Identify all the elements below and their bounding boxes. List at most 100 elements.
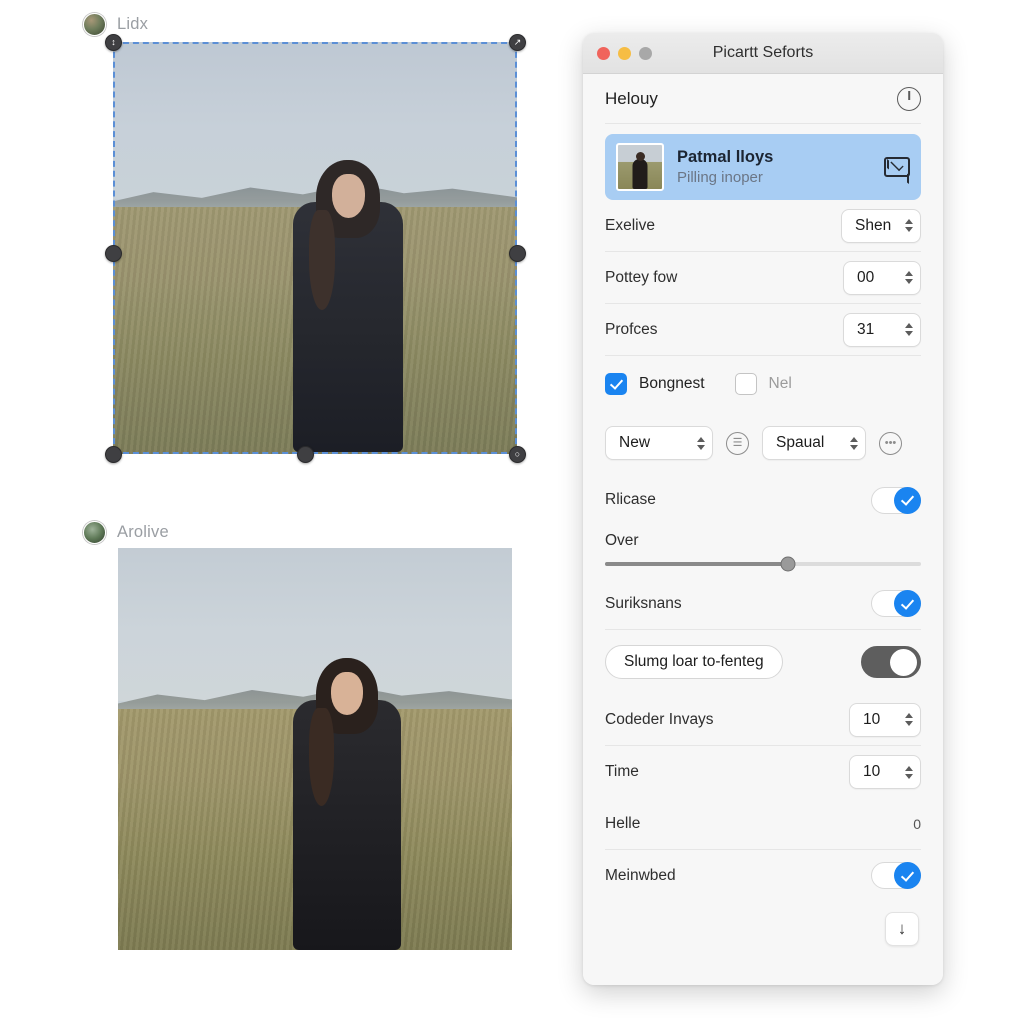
- settings-body: Helouy Patmal lloys Pilling inoper Exeli…: [583, 74, 943, 889]
- suriksnans-toggle[interactable]: [871, 590, 921, 617]
- stepper-value: 10: [863, 763, 881, 780]
- toggle-knob: [890, 649, 917, 676]
- settings-row-pottey-fow: Pottey fow 00: [605, 252, 921, 304]
- stepper-arrows-icon[interactable]: [697, 436, 705, 450]
- contact-subtitle: Pilling inoper: [677, 168, 763, 186]
- toggle-knob: [894, 486, 921, 514]
- photo-person-hair-side: [309, 708, 334, 806]
- stepper-value: 10: [863, 710, 881, 728]
- stepper-arrows-icon[interactable]: [905, 765, 913, 779]
- select-row: New ☰ Spaual •••: [605, 412, 921, 474]
- envelope-icon[interactable]: [884, 157, 910, 177]
- row-label: Codeder Invays: [605, 710, 714, 728]
- checkbox-label-bongnest: Bongnest: [639, 375, 705, 392]
- row-label: Pottey fow: [605, 268, 678, 286]
- slider-knob[interactable]: [780, 556, 796, 572]
- settings-row-meinwbed: Meinwbed: [605, 850, 921, 889]
- toggle-knob: [894, 862, 921, 889]
- meinwbed-toggle[interactable]: [871, 862, 921, 889]
- settings-row-profces: Profces 31: [605, 304, 921, 356]
- contact-card[interactable]: Patmal lloys Pilling inoper: [605, 134, 921, 200]
- stepper-arrows-icon[interactable]: [850, 436, 858, 450]
- photo-person-hair-side: [309, 210, 335, 310]
- photo-sky: [113, 42, 517, 199]
- row-label: Suriksnans: [605, 594, 682, 612]
- over-slider[interactable]: [605, 556, 921, 572]
- slider-fill: [605, 562, 789, 566]
- new-select[interactable]: New: [605, 426, 713, 460]
- pill-row: Slumg loar to-fenteg: [605, 630, 921, 694]
- contact-name: Patmal lloys: [677, 147, 774, 166]
- canvas-photo-1[interactable]: [113, 42, 517, 454]
- codeder-invays-stepper[interactable]: 10: [849, 702, 921, 737]
- checkbox-label-nel: Nel: [768, 375, 792, 392]
- window-title: Picartt Seforts: [712, 44, 814, 61]
- stepper-arrows-icon[interactable]: [905, 323, 913, 336]
- settings-row-exelive: Exelive Shen: [605, 200, 921, 252]
- rlicase-toggle[interactable]: [871, 486, 921, 514]
- row-label: Time: [605, 763, 639, 780]
- settings-row-rlicase: Rlicase: [605, 474, 921, 526]
- canvas-photo-2[interactable]: [118, 548, 512, 950]
- photo-person-face: [332, 174, 365, 218]
- exelive-stepper[interactable]: Shen: [841, 208, 921, 243]
- settings-row-codeder-invays: Codeder Invays 10: [605, 694, 921, 746]
- photo-sky: [118, 548, 512, 701]
- select-value: New: [619, 434, 651, 451]
- resize-handle-tl[interactable]: ↕: [105, 34, 122, 51]
- slumg-loar-toggle[interactable]: [861, 646, 921, 678]
- download-icon[interactable]: ↓: [885, 912, 919, 946]
- filter-circle-icon[interactable]: ☰: [726, 431, 749, 455]
- user-avatar-icon: [83, 521, 106, 544]
- time-stepper[interactable]: 10: [849, 755, 921, 789]
- row-label: Meinwbed: [605, 866, 676, 884]
- profces-stepper[interactable]: 31: [843, 312, 921, 347]
- row-label: Profces: [605, 320, 658, 338]
- screen-root: Lidx ↕ ↗ ○ Arolive Picartt Seforts Helou…: [0, 0, 1024, 1024]
- power-icon[interactable]: [897, 86, 921, 111]
- settings-window: Picartt Seforts Helouy Patmal lloys Pill…: [583, 33, 943, 985]
- spaual-select[interactable]: Spaual: [762, 426, 866, 460]
- settings-row-time: Time 10: [605, 746, 921, 798]
- checkbox-row: Bongnest Nel: [605, 356, 921, 412]
- stepper-value: 31: [857, 320, 875, 338]
- helle-value: 0: [913, 815, 921, 832]
- pottey-fow-stepper[interactable]: 00: [843, 260, 921, 295]
- row-label: Exelive: [605, 216, 655, 234]
- canvas-area: Lidx ↕ ↗ ○ Arolive: [0, 0, 570, 1024]
- canvas-item-header-2: Arolive: [83, 521, 169, 544]
- slider-label: Over: [605, 532, 639, 549]
- stepper-value: 00: [857, 268, 875, 286]
- section-header: Helouy: [605, 74, 921, 124]
- canvas-item-label-2: Arolive: [117, 523, 169, 541]
- over-slider-group: Over: [605, 526, 921, 578]
- checkbox-bongnest[interactable]: [605, 373, 627, 395]
- user-avatar-icon: [83, 13, 106, 36]
- resize-handle-br[interactable]: ○: [509, 446, 526, 463]
- canvas-item-label-1: Lidx: [117, 15, 149, 33]
- stepper-arrows-icon[interactable]: [905, 219, 913, 232]
- resize-handle-bl[interactable]: [105, 446, 122, 463]
- checkbox-nel[interactable]: [734, 373, 757, 395]
- window-titlebar: Picartt Seforts: [583, 33, 943, 74]
- settings-row-helle: Helle 0: [605, 798, 921, 850]
- canvas-item-header-1: Lidx: [83, 13, 148, 36]
- resize-handle-left[interactable]: [105, 245, 122, 262]
- photo-person-face: [331, 672, 363, 715]
- more-circle-icon[interactable]: •••: [879, 431, 902, 455]
- resize-handle-right[interactable]: [509, 245, 526, 262]
- thumbnail-figure: [632, 159, 648, 189]
- row-label: Helle: [605, 814, 641, 832]
- contact-thumbnail: [616, 143, 664, 191]
- select-value: Spaual: [776, 434, 825, 451]
- stepper-arrows-icon[interactable]: [905, 713, 913, 726]
- toggle-knob: [894, 590, 921, 617]
- resize-handle-bottom[interactable]: [297, 446, 314, 463]
- section-title: Helouy: [605, 88, 658, 108]
- settings-row-suriksnans: Suriksnans: [605, 578, 921, 630]
- resize-handle-tr[interactable]: ↗: [509, 34, 526, 51]
- stepper-value: Shen: [855, 216, 892, 234]
- slumg-loar-button[interactable]: Slumg loar to-fenteg: [605, 645, 783, 679]
- row-label: Rlicase: [605, 491, 656, 508]
- stepper-arrows-icon[interactable]: [905, 271, 913, 284]
